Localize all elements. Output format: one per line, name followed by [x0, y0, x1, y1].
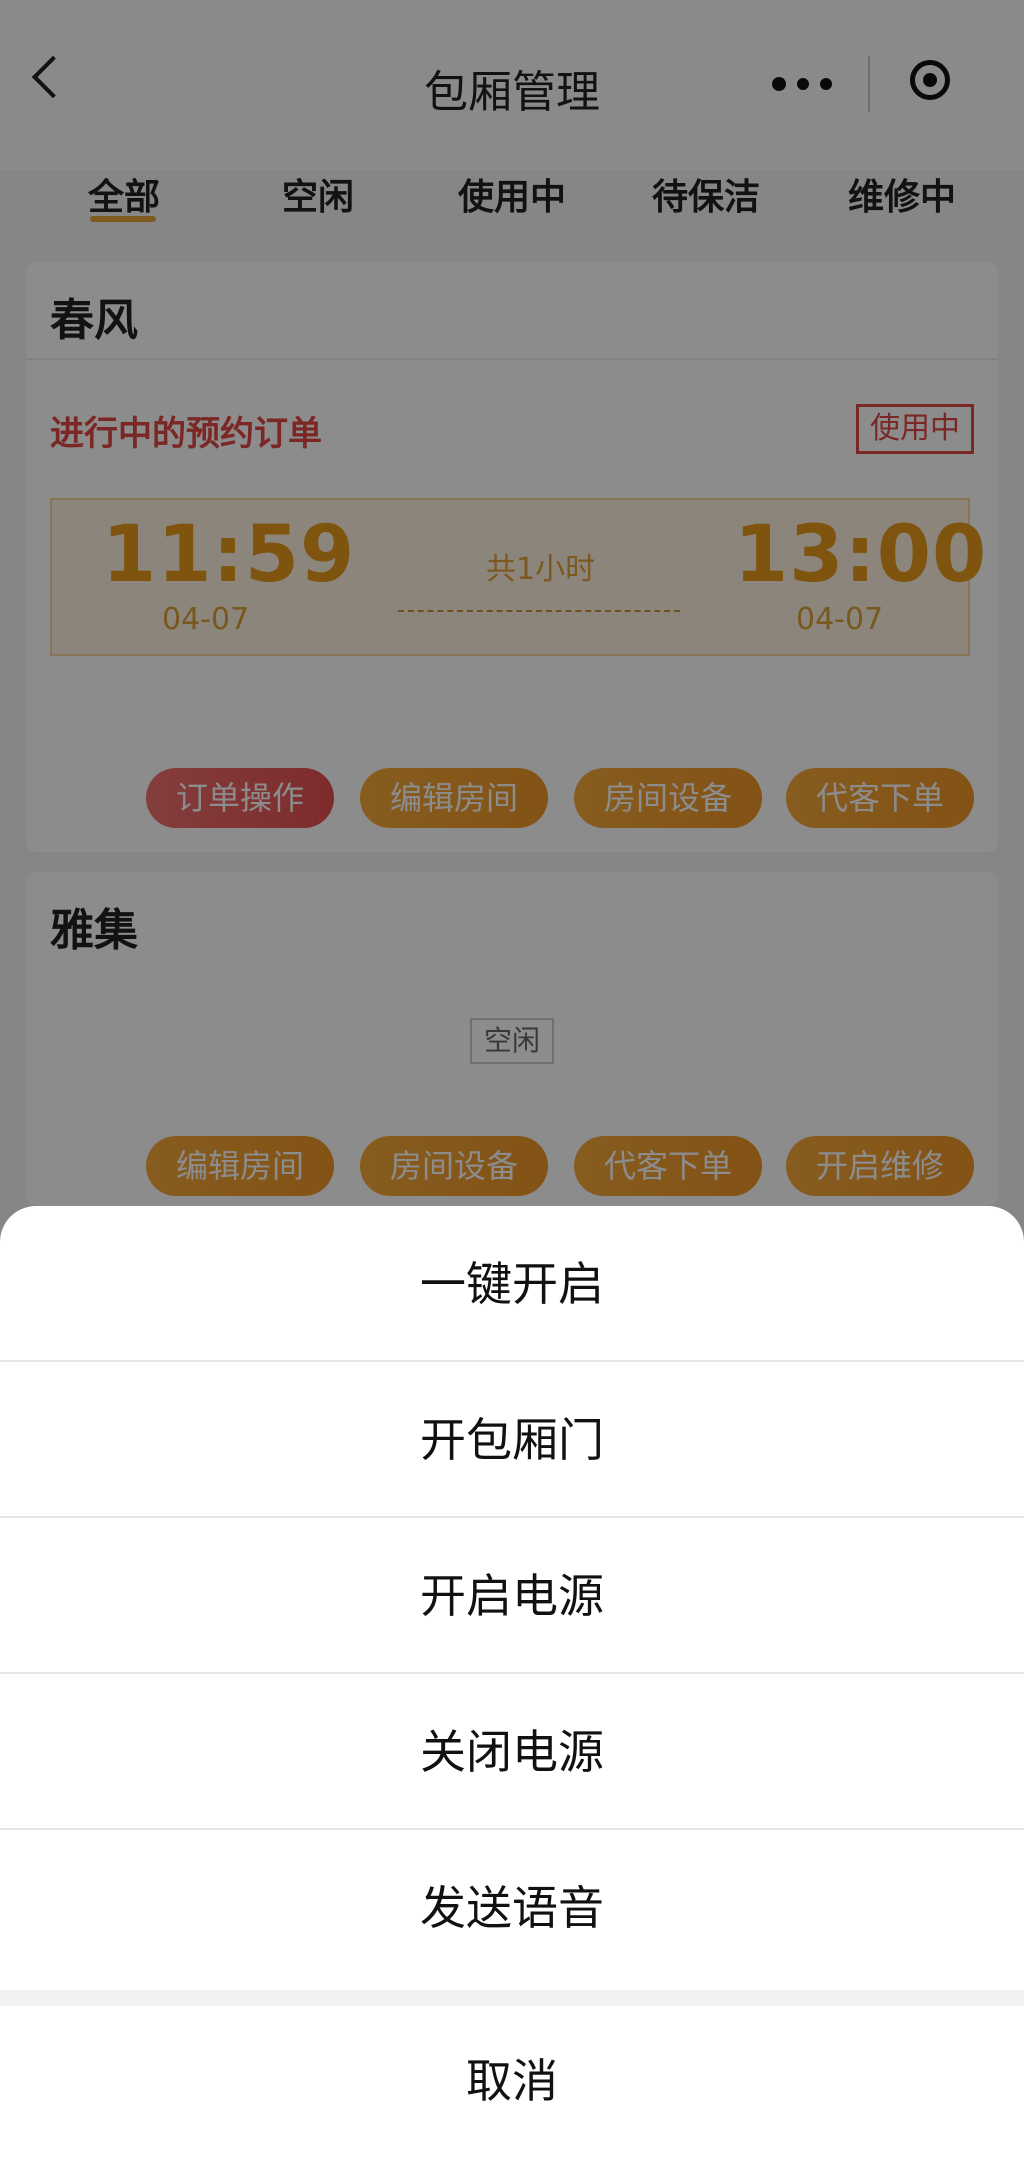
page: 包厢管理 全部 空闲 使用中 待保洁 维修中 春风 进行中的预约订单 使用中 1…	[0, 0, 1024, 2170]
action-power-off[interactable]: 关闭电源	[0, 1674, 1024, 1830]
cancel-button[interactable]: 取消	[0, 2006, 1024, 2170]
action-open-all[interactable]: 一键开启	[0, 1206, 1024, 1362]
action-sheet: 一键开启 开包厢门 开启电源 关闭电源 发送语音 取消	[0, 1206, 1024, 2170]
action-power-on[interactable]: 开启电源	[0, 1518, 1024, 1674]
action-send-voice[interactable]: 发送语音	[0, 1830, 1024, 1986]
sheet-separator	[0, 1990, 1024, 2006]
action-open-door[interactable]: 开包厢门	[0, 1362, 1024, 1518]
